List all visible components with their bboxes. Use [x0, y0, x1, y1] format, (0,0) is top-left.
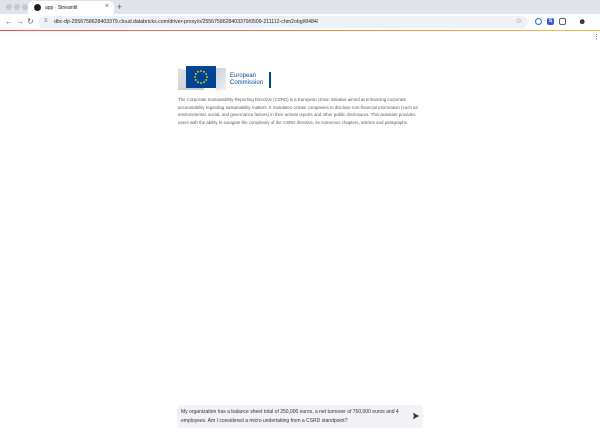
- site-info-icon[interactable]: ≡: [44, 18, 48, 24]
- eu-stars-icon: [194, 70, 208, 84]
- back-icon[interactable]: ←: [5, 17, 13, 27]
- address-bar[interactable]: ≡ dbc-dp-2556758628403379.cloud.databric…: [38, 16, 528, 28]
- streamlit-header-decoration: [0, 30, 600, 31]
- url-text[interactable]: dbc-dp-2556758628403379.cloud.databricks…: [54, 18, 318, 26]
- window-close-dot[interactable]: [6, 4, 12, 10]
- logo-text-european: European: [230, 73, 257, 79]
- chat-input[interactable]: My organization has a balance sheet tota…: [177, 405, 423, 428]
- tab-close-icon[interactable]: ×: [105, 3, 109, 11]
- menu-dots-icon[interactable]: ⋮: [593, 34, 600, 41]
- eu-flag-icon: [186, 66, 216, 88]
- logo-divider: [269, 72, 271, 88]
- reload-icon[interactable]: ↻: [27, 17, 34, 27]
- tab-title: app · Streamlit: [45, 4, 78, 11]
- browser-tab[interactable]: app · Streamlit ×: [28, 1, 114, 14]
- star-icon[interactable]: ☆: [516, 17, 522, 27]
- globe-icon[interactable]: [535, 18, 542, 25]
- european-commission-logo: European Commission: [178, 64, 278, 90]
- intro-paragraph: The Corporate Sustainability Reporting D…: [178, 97, 418, 126]
- puzzle-icon[interactable]: [559, 18, 566, 25]
- forward-icon[interactable]: →: [16, 17, 24, 27]
- logo-grey-shape-right: [216, 68, 226, 90]
- chat-input-text[interactable]: My organization has a balance sheet tota…: [181, 408, 407, 425]
- browser-tab-bar: app · Streamlit × +: [0, 0, 600, 14]
- profile-icon[interactable]: ☻: [578, 17, 586, 26]
- browser-toolbar: ← → ↻ ≡ dbc-dp-2556758628403379.cloud.da…: [0, 14, 600, 30]
- logo-text-commission: Commission: [230, 80, 264, 86]
- send-icon[interactable]: [412, 412, 420, 420]
- tab-favicon-icon: [34, 4, 41, 11]
- window-minimize-dot[interactable]: [14, 4, 20, 10]
- new-tab-button[interactable]: +: [117, 1, 122, 13]
- extension-s-icon[interactable]: S: [547, 18, 554, 25]
